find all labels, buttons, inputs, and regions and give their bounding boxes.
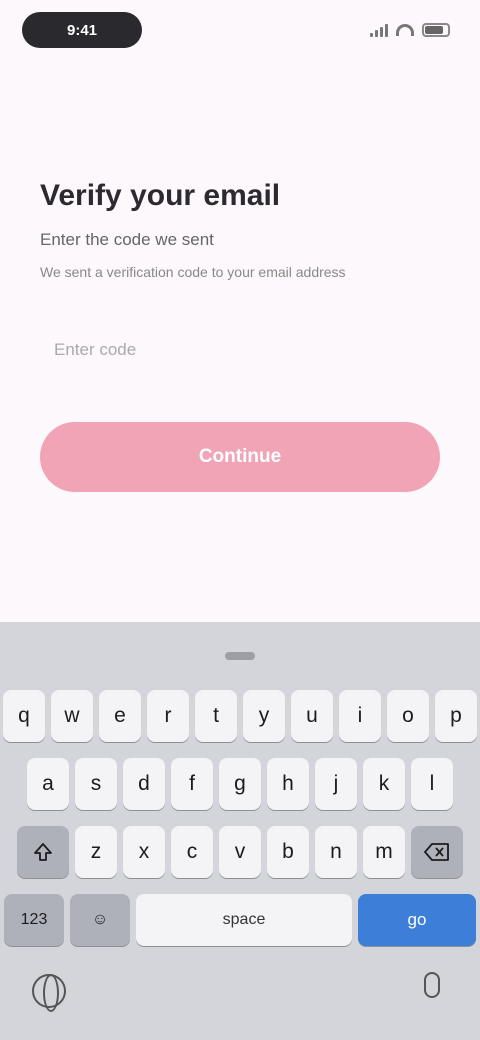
- key-s[interactable]: s: [75, 758, 117, 810]
- keyboard-row-1: q w e r t y u i o p: [0, 690, 480, 742]
- delete-key[interactable]: [411, 826, 463, 878]
- signal-icon: [370, 23, 388, 37]
- key-j[interactable]: j: [315, 758, 357, 810]
- code-input[interactable]: [40, 322, 440, 378]
- globe-icon[interactable]: [32, 974, 66, 1012]
- keyboard-row-4: 123 ☺ space go: [0, 894, 480, 946]
- key-z[interactable]: z: [75, 826, 117, 878]
- key-v[interactable]: v: [219, 826, 261, 878]
- key-g[interactable]: g: [219, 758, 261, 810]
- key-r[interactable]: r: [147, 690, 189, 742]
- page-subtitle: Enter the code we sent: [40, 230, 214, 249]
- numbers-key[interactable]: 123: [4, 894, 64, 946]
- space-key[interactable]: space: [136, 894, 352, 946]
- delete-icon: [424, 843, 449, 861]
- go-key[interactable]: go: [358, 894, 476, 946]
- key-w[interactable]: w: [51, 690, 93, 742]
- keyboard-bottom-bar: [0, 960, 480, 1040]
- shift-key[interactable]: [17, 826, 69, 878]
- key-d[interactable]: d: [123, 758, 165, 810]
- key-n[interactable]: n: [315, 826, 357, 878]
- keyboard-handle[interactable]: [225, 652, 255, 660]
- verification-content: Verify your email Enter the code we sent…: [40, 170, 440, 282]
- shift-icon: [34, 843, 52, 861]
- key-c[interactable]: c: [171, 826, 213, 878]
- key-o[interactable]: o: [387, 690, 429, 742]
- key-x[interactable]: x: [123, 826, 165, 878]
- battery-icon: [422, 23, 450, 37]
- status-icons: [370, 22, 450, 38]
- wifi-icon: [396, 24, 414, 36]
- key-y[interactable]: y: [243, 690, 285, 742]
- page-description: We sent a verification code to your emai…: [40, 264, 346, 280]
- key-h[interactable]: h: [267, 758, 309, 810]
- key-f[interactable]: f: [171, 758, 213, 810]
- microphone-icon[interactable]: [424, 972, 440, 998]
- key-b[interactable]: b: [267, 826, 309, 878]
- keyboard-row-2: a s d f g h j k l: [0, 758, 480, 810]
- key-l[interactable]: l: [411, 758, 453, 810]
- page-title: Verify your email: [40, 179, 281, 212]
- status-bar: 9:41: [0, 0, 480, 64]
- keyboard-row-3: z x c v b n m: [0, 826, 480, 878]
- status-time: 9:41: [22, 12, 142, 48]
- key-q[interactable]: q: [3, 690, 45, 742]
- key-m[interactable]: m: [363, 826, 405, 878]
- key-k[interactable]: k: [363, 758, 405, 810]
- keyboard-toolbar: [0, 622, 480, 690]
- continue-button[interactable]: Continue: [40, 422, 440, 492]
- key-u[interactable]: u: [291, 690, 333, 742]
- key-a[interactable]: a: [27, 758, 69, 810]
- emoji-key[interactable]: ☺: [70, 894, 130, 946]
- key-i[interactable]: i: [339, 690, 381, 742]
- key-e[interactable]: e: [99, 690, 141, 742]
- key-t[interactable]: t: [195, 690, 237, 742]
- key-p[interactable]: p: [435, 690, 477, 742]
